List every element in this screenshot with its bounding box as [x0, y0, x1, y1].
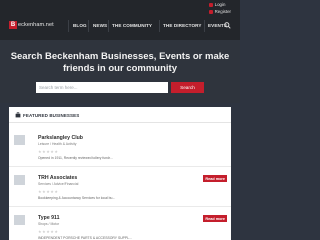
business-category: Shops / Motor	[38, 222, 60, 226]
logo-mark: B	[9, 21, 17, 29]
star-icon: ★	[42, 229, 46, 234]
nav-divider	[108, 20, 109, 32]
star-icon: ★	[54, 229, 58, 234]
nav-item-blog[interactable]: BLOG	[73, 23, 87, 28]
panel-title: FEATURED BUSINESSES	[23, 113, 80, 118]
read-more-button[interactable]: Read more	[203, 215, 227, 222]
star-icon: ★	[46, 149, 50, 154]
star-icon: ★	[50, 149, 54, 154]
logo-text: eckenham.net	[18, 22, 54, 28]
nav-divider	[68, 20, 69, 32]
nav-item-community[interactable]: THE COMMUNITY	[112, 23, 152, 28]
panel-header: FEATURED BUSINESSES	[9, 107, 231, 123]
rating-stars: ★ ★ ★ ★ ★	[38, 150, 58, 154]
nav-divider	[159, 20, 160, 32]
briefcase-icon	[15, 112, 21, 118]
hero-banner: Search Beckenham Businesses, Events or m…	[0, 40, 240, 103]
register-link[interactable]: Register	[208, 9, 231, 14]
business-card[interactable]: Parkslangley Club Leisure / Health & Act…	[9, 131, 231, 167]
register-icon	[208, 9, 213, 14]
star-icon: ★	[42, 149, 46, 154]
business-description: INDEPENDENT PORSCHE PARTS & ACCESSORY SU…	[38, 236, 132, 240]
login-link[interactable]: Login	[208, 2, 231, 7]
nav-divider	[88, 20, 89, 32]
site-logo[interactable]: B eckenham.net	[9, 21, 54, 29]
star-icon: ★	[42, 189, 46, 194]
login-icon	[208, 2, 213, 7]
top-navigation-bar: B eckenham.net BLOG NEWS THE COMMUNITY T…	[0, 0, 240, 40]
business-name[interactable]: Type 911	[38, 215, 60, 221]
business-name[interactable]: Parkslangley Club	[38, 135, 83, 141]
featured-businesses-panel: FEATURED BUSINESSES Parkslangley Club Le…	[9, 107, 231, 240]
hero-title: Search Beckenham Businesses, Events or m…	[10, 51, 230, 74]
nav-divider	[204, 20, 205, 32]
star-icon: ★	[46, 189, 50, 194]
auth-links: Login Register	[208, 2, 231, 14]
star-icon: ★	[54, 189, 58, 194]
nav-item-news[interactable]: NEWS	[93, 23, 107, 28]
login-label: Login	[214, 2, 226, 7]
business-thumbnail	[14, 175, 25, 185]
search-icon[interactable]	[224, 22, 231, 29]
business-thumbnail	[14, 215, 25, 225]
business-category: Services / Advice/Financial	[38, 182, 79, 186]
register-label: Register	[214, 9, 231, 14]
read-more-button[interactable]: Read more	[203, 175, 227, 182]
star-icon: ★	[50, 189, 54, 194]
business-card[interactable]: TRH Associates Services / Advice/Financi…	[9, 171, 231, 207]
star-icon: ★	[50, 229, 54, 234]
star-icon: ★	[54, 149, 58, 154]
business-card[interactable]: Type 911 Shops / Motor ★ ★ ★ ★ ★ INDEPENDENT…	[9, 211, 231, 240]
star-icon: ★	[46, 229, 50, 234]
rating-stars: ★ ★ ★ ★ ★	[38, 190, 58, 194]
rating-stars: ★ ★ ★ ★ ★	[38, 230, 58, 234]
business-description: Opened in 1911, Recently reviewed toller…	[38, 156, 113, 160]
business-description: Bookkeeping & Accountancy Services for l…	[38, 196, 116, 200]
star-icon: ★	[38, 229, 42, 234]
nav-item-directory[interactable]: THE DIRECTORY	[163, 23, 202, 28]
business-name[interactable]: TRH Associates	[38, 175, 77, 181]
business-thumbnail	[14, 135, 25, 145]
search-input[interactable]	[36, 82, 168, 93]
business-category: Leisure / Health & Activity	[38, 142, 77, 146]
star-icon: ★	[38, 149, 42, 154]
star-icon: ★	[38, 189, 42, 194]
search-button[interactable]: Search	[171, 82, 204, 93]
